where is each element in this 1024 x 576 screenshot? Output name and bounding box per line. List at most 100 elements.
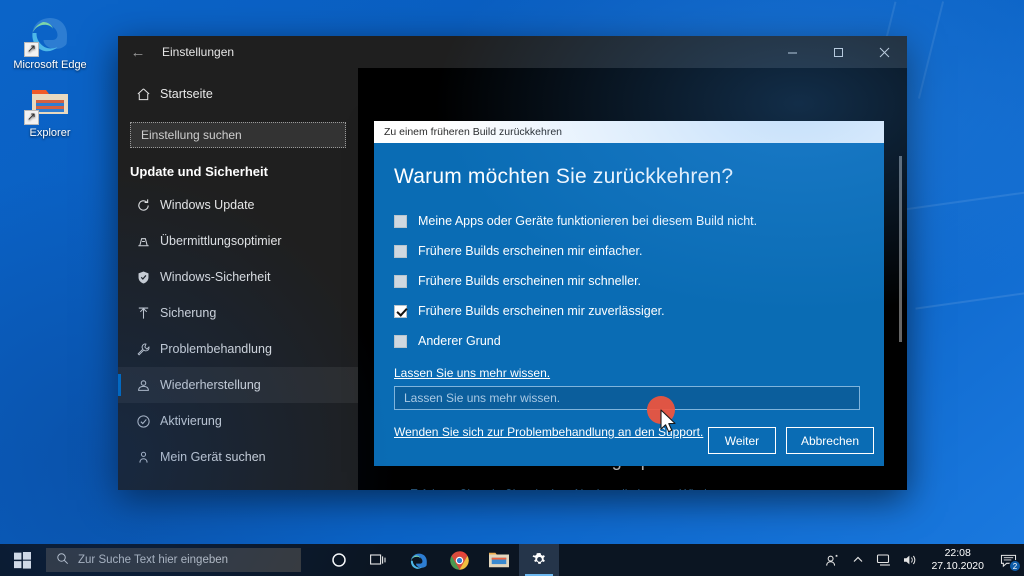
desktop-icon-label: Microsoft Edge <box>13 59 87 71</box>
mouse-cursor-icon <box>659 409 679 441</box>
rollback-dialog[interactable]: Zu einem früheren Build zurückkehren War… <box>374 121 884 466</box>
close-icon[interactable] <box>861 36 907 68</box>
taskbar[interactable]: Zur Suche Text hier eingeben 22:08 27.10… <box>0 544 1024 576</box>
system-tray[interactable]: 22:08 27.10.2020 2 <box>819 544 1024 576</box>
sidebar-item-problembehandlung[interactable]: Problembehandlung <box>118 331 358 367</box>
checkbox-label: Frühere Builds erscheinen mir schneller. <box>418 274 642 288</box>
dialog-titlebar: Zu einem früheren Build zurückkehren <box>374 121 884 143</box>
sidebar-item-label: Windows-Sicherheit <box>160 270 271 284</box>
shield-icon <box>130 270 156 285</box>
settings-search-input[interactable]: Einstellung suchen <box>130 122 346 148</box>
search-icon <box>56 552 69 568</box>
clock-date: 27.10.2020 <box>931 560 984 572</box>
sidebar-item-windows-update[interactable]: Windows Update <box>118 187 358 223</box>
window-titlebar[interactable]: ← Einstellungen <box>118 36 907 68</box>
sidebar-item-sicherung[interactable]: Sicherung <box>118 295 358 331</box>
sidebar-item-label: Problembehandlung <box>160 342 272 356</box>
checkbox-icon[interactable] <box>394 244 407 258</box>
checkbox-row-other-reason[interactable]: Anderer Grund <box>394 326 864 356</box>
recovery-icon <box>130 378 156 393</box>
check-circle-icon <box>130 414 156 429</box>
settings-gear-icon[interactable] <box>519 544 559 576</box>
sidebar-item-label: Aktivierung <box>160 414 222 428</box>
maximize-icon[interactable] <box>815 36 861 68</box>
wallpaper-stroke <box>900 190 1024 212</box>
window-title: Einstellungen <box>162 45 235 59</box>
minimize-icon[interactable] <box>769 36 815 68</box>
people-icon[interactable] <box>819 544 845 576</box>
vertical-scrollbar[interactable] <box>899 156 902 342</box>
desktop-icon-label: Explorer <box>29 127 71 139</box>
checkbox-row-earlier-faster[interactable]: Frühere Builds erscheinen mir schneller. <box>394 266 864 296</box>
checkbox-label: Meine Apps oder Geräte funktionieren bei… <box>418 214 758 228</box>
sidebar-item-mein-geraet-suchen[interactable]: Mein Gerät suchen <box>118 439 358 475</box>
sidebar-item-startseite[interactable]: Startseite <box>118 76 358 112</box>
checkbox-row-earlier-more-reliable[interactable]: Frühere Builds erscheinen mir zuverlässi… <box>394 296 864 326</box>
taskbar-clock[interactable]: 22:08 27.10.2020 <box>923 547 992 573</box>
dialog-content: Warum möchten Sie zurückkehren? Meine Ap… <box>374 143 884 441</box>
windows-start-icon[interactable] <box>0 544 44 576</box>
wrench-icon <box>130 342 156 357</box>
wallpaper-stroke <box>915 292 1024 310</box>
abbrechen-button[interactable]: Abbrechen <box>785 427 874 454</box>
sidebar-item-wiederherstellung[interactable]: Wiederherstellung <box>118 367 358 403</box>
checkbox-icon[interactable] <box>394 214 407 228</box>
shortcut-badge-icon: ↗ <box>24 42 39 57</box>
sidebar-item-label: Windows Update <box>160 198 255 212</box>
search-input-value: Einstellung suchen <box>141 128 242 142</box>
delivery-icon <box>130 234 156 249</box>
home-icon <box>130 87 156 102</box>
action-center-icon[interactable]: 2 <box>992 544 1024 576</box>
support-link[interactable]: Wenden Sie sich zur Problembehandlung an… <box>394 425 703 439</box>
checkbox-row-apps-not-working[interactable]: Meine Apps oder Geräte funktionieren bei… <box>394 206 864 236</box>
weiter-button[interactable]: Weiter <box>707 427 776 454</box>
network-icon[interactable] <box>871 544 897 576</box>
sidebar-item-label: Übermittlungsoptimier <box>160 234 282 248</box>
dialog-buttons: Weiter Abbrechen <box>707 427 874 454</box>
window-caption-buttons[interactable] <box>769 36 907 68</box>
sidebar-item-label: Mein Gerät suchen <box>160 450 266 464</box>
volume-icon[interactable] <box>897 544 923 576</box>
sidebar-item-label: Sicherung <box>160 306 217 320</box>
checkbox-icon-checked[interactable] <box>394 304 407 318</box>
task-view-icon[interactable] <box>359 544 399 576</box>
desktop[interactable]: ↗ Microsoft Edge ↗ Explorer ← Einstellun… <box>0 0 1024 576</box>
show-hidden-icons-icon[interactable] <box>845 544 871 576</box>
wallpaper-stroke <box>917 1 945 99</box>
taskbar-search-input[interactable]: Zur Suche Text hier eingeben <box>46 548 301 572</box>
cortana-icon[interactable] <box>319 544 359 576</box>
backup-icon <box>130 306 156 321</box>
back-arrow-icon[interactable]: ← <box>118 36 158 68</box>
edge-icon: ↗ <box>24 8 74 57</box>
recovery-info-link[interactable]: Erfahren Sie, wie Sie mit einer Neuinsta… <box>410 486 740 490</box>
sidebar-category-title: Update und Sicherheit <box>130 164 268 179</box>
desktop-icon-explorer[interactable]: ↗ Explorer <box>4 76 96 140</box>
settings-sidebar[interactable]: Startseite Einstellung suchen Update und… <box>118 68 358 490</box>
more-info-input[interactable]: Lassen Sie uns mehr wissen. <box>394 386 860 410</box>
sidebar-item-aktivierung[interactable]: Aktivierung <box>118 403 358 439</box>
checkbox-icon[interactable] <box>394 274 407 288</box>
settings-window[interactable]: ← Einstellungen Startseite Einstellung s… <box>118 36 907 490</box>
sidebar-item-windows-sicherheit[interactable]: Windows-Sicherheit <box>118 259 358 295</box>
desktop-icon-edge[interactable]: ↗ Microsoft Edge <box>4 8 96 72</box>
sidebar-item-uebermittlungsoptimierung[interactable]: Übermittlungsoptimier <box>118 223 358 259</box>
more-info-input-placeholder: Lassen Sie uns mehr wissen. <box>404 391 561 405</box>
shortcut-badge-icon: ↗ <box>24 110 39 125</box>
refresh-icon <box>130 198 156 213</box>
taskbar-search-placeholder: Zur Suche Text hier eingeben <box>78 554 229 566</box>
sidebar-item-label: Startseite <box>160 87 213 101</box>
folder-icon: ↗ <box>24 76 74 125</box>
person-pin-icon <box>130 450 156 465</box>
chrome-icon[interactable] <box>439 544 479 576</box>
dialog-heading: Warum möchten Sie zurückkehren? <box>394 165 734 188</box>
file-explorer-icon[interactable] <box>479 544 519 576</box>
checkbox-label: Anderer Grund <box>418 334 501 348</box>
checkbox-row-earlier-easier[interactable]: Frühere Builds erscheinen mir einfacher. <box>394 236 864 266</box>
more-info-label: Lassen Sie uns mehr wissen. <box>394 366 551 380</box>
checkbox-icon[interactable] <box>394 334 407 348</box>
dialog-title: Zu einem früheren Build zurückkehren <box>384 126 563 138</box>
clock-time: 22:08 <box>944 547 971 559</box>
edge-icon[interactable] <box>399 544 439 576</box>
checkbox-label: Frühere Builds erscheinen mir einfacher. <box>418 244 643 258</box>
notification-badge: 2 <box>1009 560 1021 572</box>
